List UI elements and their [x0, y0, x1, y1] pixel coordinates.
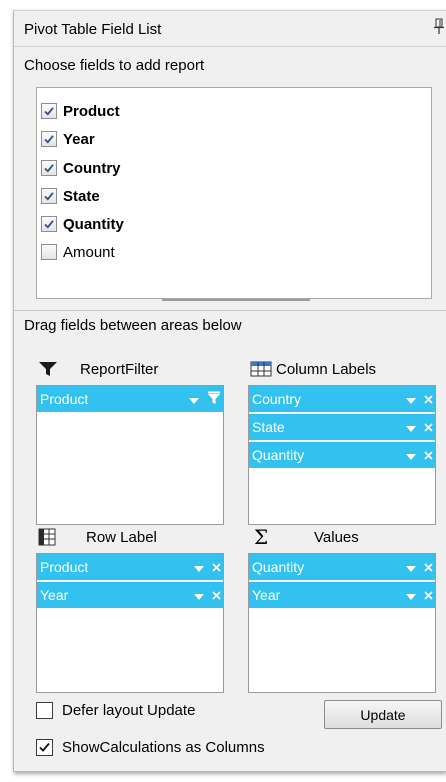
- row-label-header: Row Label: [38, 524, 157, 550]
- report-filter-chip-label: Product: [40, 391, 89, 407]
- column-chip-state[interactable]: State: [249, 414, 435, 440]
- splitter-handle[interactable]: [162, 299, 310, 301]
- close-icon[interactable]: [424, 391, 433, 407]
- table-icon: [250, 360, 272, 378]
- field-state-label: State: [63, 187, 100, 205]
- defer-layout-row[interactable]: Defer layout Update: [36, 702, 195, 719]
- report-filter-header: ReportFilter: [38, 356, 158, 382]
- field-list: Product Year Country State Quantity Amou…: [36, 87, 432, 299]
- close-icon[interactable]: [424, 419, 433, 435]
- values-area[interactable]: Quantity Year: [248, 553, 436, 693]
- field-product[interactable]: Product: [41, 100, 120, 122]
- values-label: Values: [314, 528, 359, 546]
- pivot-field-list-panel: Pivot Table Field List Choose fields to …: [13, 10, 446, 772]
- chevron-down-icon[interactable]: [406, 447, 416, 463]
- field-state-checkbox[interactable]: [41, 188, 57, 204]
- field-product-label: Product: [63, 102, 120, 120]
- column-labels-header: Column Labels: [250, 356, 376, 382]
- field-quantity[interactable]: Quantity: [41, 213, 124, 235]
- values-chip-year[interactable]: Year: [249, 582, 435, 608]
- field-amount-checkbox[interactable]: [41, 244, 57, 260]
- choose-fields-label: Choose fields to add report: [24, 57, 205, 74]
- field-year-label: Year: [63, 130, 95, 148]
- close-icon[interactable]: [212, 559, 221, 575]
- field-country[interactable]: Country: [41, 157, 121, 179]
- column-chip-quantity[interactable]: Quantity: [249, 442, 435, 468]
- field-quantity-checkbox[interactable]: [41, 216, 57, 232]
- field-country-label: Country: [63, 159, 121, 177]
- field-year[interactable]: Year: [41, 128, 95, 150]
- row-label-label: Row Label: [86, 528, 157, 546]
- chevron-down-icon[interactable]: [406, 587, 416, 603]
- chevron-down-icon[interactable]: [406, 559, 416, 575]
- row-label-area[interactable]: Product Year: [36, 553, 224, 693]
- field-amount[interactable]: Amount: [41, 241, 115, 263]
- show-calculations-label: ShowCalculations as Columns: [62, 739, 265, 756]
- row-chip-year[interactable]: Year: [37, 582, 223, 608]
- close-icon[interactable]: [424, 447, 433, 463]
- row-chip-year-label: Year: [40, 587, 69, 603]
- values-chip-quantity[interactable]: Quantity: [249, 554, 435, 580]
- field-state[interactable]: State: [41, 185, 100, 207]
- show-calculations-row[interactable]: ShowCalculations as Columns: [36, 739, 265, 756]
- column-chip-country-label: Country: [252, 391, 302, 407]
- chevron-down-icon[interactable]: [194, 559, 204, 575]
- close-icon[interactable]: [424, 559, 433, 575]
- report-filter-area[interactable]: Product: [36, 385, 224, 525]
- pin-icon[interactable]: [432, 18, 446, 36]
- row-chip-product-label: Product: [40, 559, 89, 575]
- field-country-checkbox[interactable]: [41, 160, 57, 176]
- title-bar: Pivot Table Field List: [14, 11, 446, 47]
- close-icon[interactable]: [212, 587, 221, 603]
- drag-fields-label: Drag fields between areas below: [24, 317, 242, 334]
- sigma-icon: Σ: [254, 525, 269, 549]
- section-divider: [14, 310, 446, 311]
- values-header: Σ Values: [254, 524, 359, 550]
- values-chip-year-label: Year: [252, 587, 281, 603]
- chevron-down-icon[interactable]: [189, 391, 199, 407]
- column-labels-label: Column Labels: [276, 360, 377, 378]
- chevron-down-icon[interactable]: [194, 587, 204, 603]
- chevron-down-icon[interactable]: [406, 391, 416, 407]
- report-filter-label: ReportFilter: [80, 360, 159, 378]
- field-year-checkbox[interactable]: [41, 131, 57, 147]
- show-calculations-checkbox[interactable]: [36, 739, 53, 756]
- values-chip-quantity-label: Quantity: [252, 559, 305, 575]
- close-icon[interactable]: [424, 587, 433, 603]
- filter-icon[interactable]: [207, 391, 221, 408]
- row-chip-product[interactable]: Product: [37, 554, 223, 580]
- filter-icon: [38, 360, 58, 378]
- row-grid-icon: [38, 528, 56, 546]
- chevron-down-icon[interactable]: [406, 419, 416, 435]
- report-filter-chip[interactable]: Product: [37, 386, 223, 412]
- field-quantity-label: Quantity: [63, 215, 124, 233]
- panel-title: Pivot Table Field List: [24, 21, 162, 38]
- field-amount-label: Amount: [63, 243, 115, 261]
- field-product-checkbox[interactable]: [41, 103, 57, 119]
- column-chip-state-label: State: [252, 419, 285, 435]
- defer-layout-checkbox[interactable]: [36, 702, 53, 719]
- update-button[interactable]: Update: [324, 700, 442, 729]
- column-labels-area[interactable]: Country State Quantity: [248, 385, 436, 525]
- defer-layout-label: Defer layout Update: [62, 702, 196, 719]
- column-chip-quantity-label: Quantity: [252, 447, 305, 463]
- column-chip-country[interactable]: Country: [249, 386, 435, 412]
